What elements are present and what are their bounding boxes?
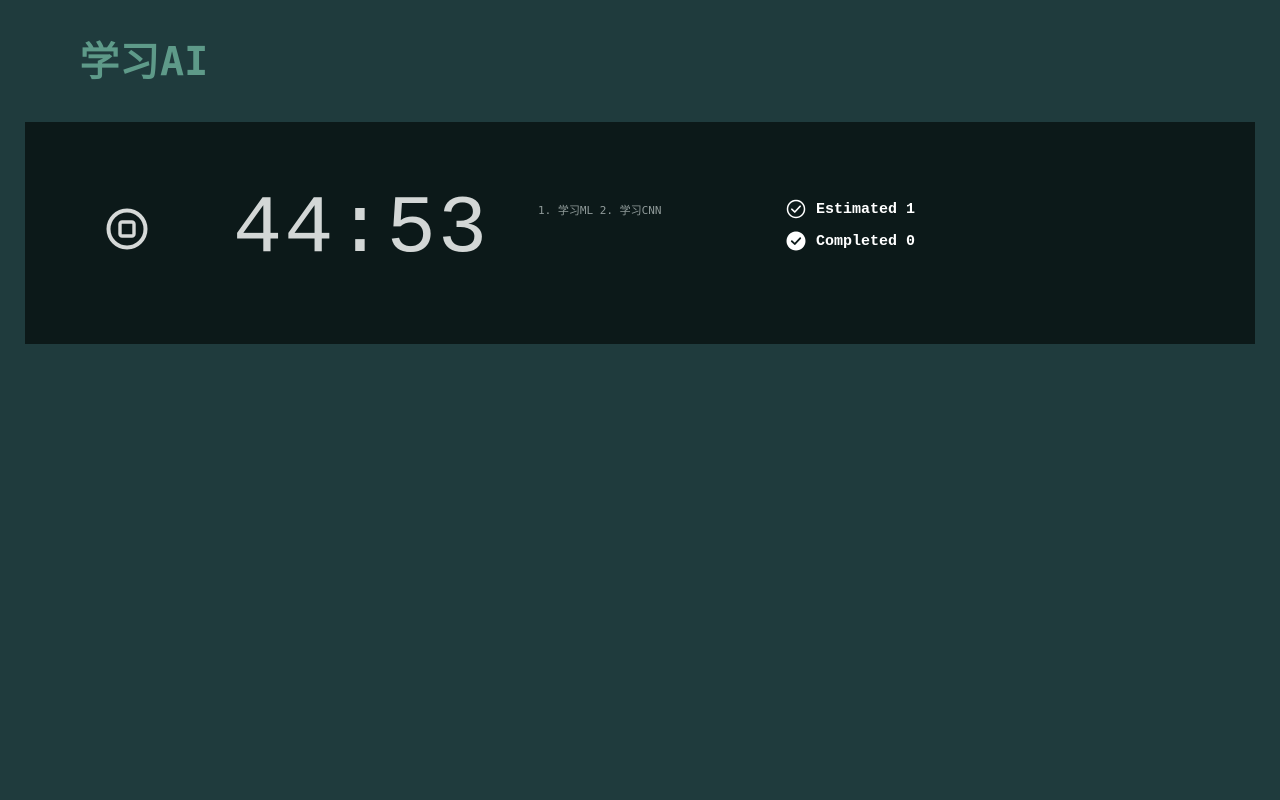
completed-label: Completed 0: [816, 232, 916, 250]
app-title: 学习AI: [80, 39, 209, 85]
completed-stat: Completed 0: [786, 230, 915, 252]
timer-panel: [25, 122, 1255, 344]
timer-display: 44:53: [233, 183, 490, 276]
stop-circle-icon: [106, 208, 148, 250]
estimated-stat: Estimated 1: [786, 198, 915, 220]
task-list: 1. 学习ML 2. 学习CNN: [538, 204, 662, 217]
pomodoro-stats: Estimated 1 Completed 0: [786, 198, 915, 262]
check-circle-filled-icon: [786, 231, 806, 251]
stop-timer-button[interactable]: [106, 208, 148, 250]
estimated-label: Estimated 1: [816, 200, 916, 218]
check-circle-outline-icon: [786, 199, 806, 219]
